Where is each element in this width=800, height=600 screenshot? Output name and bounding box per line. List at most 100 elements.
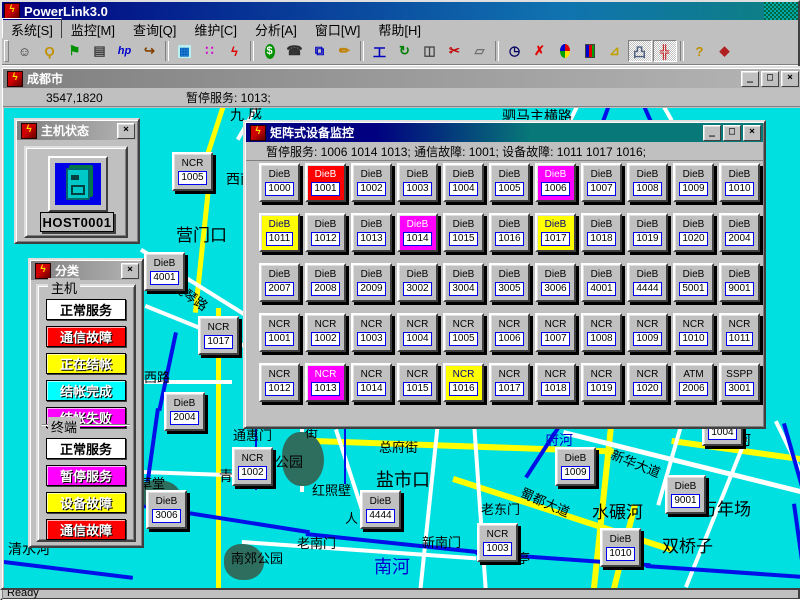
map-marker-DieB-1010[interactable]: DieB1010 <box>600 528 641 567</box>
compass-icon[interactable]: ╬ <box>653 40 677 62</box>
factory-icon[interactable]: 凸 <box>628 40 652 62</box>
lightning-icon[interactable]: ϟ <box>223 40 247 62</box>
device-button-DieB-1020[interactable]: DieB1020 <box>673 213 714 252</box>
host-close-button[interactable]: × <box>117 123 135 139</box>
map-marker-DieB-1009[interactable]: DieB1009 <box>555 447 596 486</box>
bar-chart-icon[interactable] <box>578 40 602 62</box>
device-button-DieB-1016[interactable]: DieB1016 <box>489 213 530 252</box>
matrix-window-title-bar[interactable]: ϟ 矩阵式设备监控 _ □ × <box>246 123 763 142</box>
device-button-DieB-1002[interactable]: DieB1002 <box>351 163 392 202</box>
device-button-DieB-2007[interactable]: DieB2007 <box>259 263 300 302</box>
device-button-NCR-1001[interactable]: NCR1001 <box>259 313 300 352</box>
map-minimize-button[interactable]: _ <box>741 71 759 87</box>
device-button-NCR-1010[interactable]: NCR1010 <box>673 313 714 352</box>
cascade-windows-icon[interactable]: ⧉ <box>308 40 332 62</box>
device-button-DieB-1009[interactable]: DieB1009 <box>673 163 714 202</box>
map-close-button[interactable]: × <box>781 71 799 87</box>
map-marker-DieB-2004[interactable]: DieB2004 <box>164 392 205 431</box>
device-button-DieB-1014[interactable]: DieB1014 <box>397 213 438 252</box>
device-button-DieB-1015[interactable]: DieB1015 <box>443 213 484 252</box>
matrix-minimize-button[interactable]: _ <box>703 125 721 141</box>
device-button-NCR-1017[interactable]: NCR1017 <box>489 363 530 402</box>
device-button-NCR-1016[interactable]: NCR1016 <box>443 363 484 402</box>
clock-icon[interactable]: ◷ <box>503 40 527 62</box>
device-button-DieB-4001[interactable]: DieB4001 <box>581 263 622 302</box>
map-marker-DieB-4001[interactable]: DieB4001 <box>144 252 185 291</box>
map-view-icon[interactable]: ▦ <box>173 40 197 62</box>
map-marker-NCR-1002[interactable]: NCR1002 <box>232 447 273 486</box>
device-button-SSPP-3001[interactable]: SSPP3001 <box>719 363 760 402</box>
device-button-NCR-1019[interactable]: NCR1019 <box>581 363 622 402</box>
device-button-NCR-1002[interactable]: NCR1002 <box>305 313 346 352</box>
map-maximize-button[interactable]: □ <box>761 71 779 87</box>
device-button-NCR-1007[interactable]: NCR1007 <box>535 313 576 352</box>
map-marker-NCR-1005[interactable]: NCR1005 <box>172 152 213 191</box>
money-bag-icon[interactable]: $ <box>258 40 282 62</box>
map-marker-DieB-4444[interactable]: DieB4444 <box>360 490 401 529</box>
legend-close-button[interactable]: × <box>121 263 139 279</box>
map-marker-NCR-1017[interactable]: NCR1017 <box>198 316 239 355</box>
device-button-NCR-1011[interactable]: NCR1011 <box>719 313 760 352</box>
device-button-DieB-1012[interactable]: DieB1012 <box>305 213 346 252</box>
device-button-DieB-1001[interactable]: DieB1001 <box>305 163 346 202</box>
device-button-DieB-2004[interactable]: DieB2004 <box>719 213 760 252</box>
scissors-icon[interactable]: ✂ <box>443 40 467 62</box>
device-button-DieB-3006[interactable]: DieB3006 <box>535 263 576 302</box>
device-button-DieB-5001[interactable]: DieB5001 <box>673 263 714 302</box>
eraser-icon[interactable]: ▱ <box>468 40 492 62</box>
help-icon[interactable]: ? <box>688 40 712 62</box>
recycle-icon[interactable]: ↻ <box>393 40 417 62</box>
device-button-DieB-1018[interactable]: DieB1018 <box>581 213 622 252</box>
device-button-DieB-3005[interactable]: DieB3005 <box>489 263 530 302</box>
device-button-ATM-2006[interactable]: ATM2006 <box>673 363 714 402</box>
device-button-DieB-1010[interactable]: DieB1010 <box>719 163 760 202</box>
device-button-NCR-1005[interactable]: NCR1005 <box>443 313 484 352</box>
device-button-NCR-1014[interactable]: NCR1014 <box>351 363 392 402</box>
sailboat-icon[interactable]: ⊿ <box>603 40 627 62</box>
map-marker-DieB-9001[interactable]: DieB9001 <box>665 475 706 514</box>
device-button-DieB-1008[interactable]: DieB1008 <box>627 163 668 202</box>
hp-icon[interactable]: hp <box>113 40 137 62</box>
device-button-NCR-1013[interactable]: NCR1013 <box>305 363 346 402</box>
device-button-DieB-1004[interactable]: DieB1004 <box>443 163 484 202</box>
device-button-DieB-4444[interactable]: DieB4444 <box>627 263 668 302</box>
device-button-DieB-2008[interactable]: DieB2008 <box>305 263 346 302</box>
modem-icon[interactable]: ☎ <box>283 40 307 62</box>
host-window-title-bar[interactable]: ϟ 主机状态 × <box>17 121 137 140</box>
device-button-DieB-2009[interactable]: DieB2009 <box>351 263 392 302</box>
device-button-NCR-1015[interactable]: NCR1015 <box>397 363 438 402</box>
award-icon[interactable]: ◆ <box>713 40 737 62</box>
map-marker-DieB-3006[interactable]: DieB3006 <box>146 490 187 529</box>
device-button-DieB-1013[interactable]: DieB1013 <box>351 213 392 252</box>
device-button-DieB-1019[interactable]: DieB1019 <box>627 213 668 252</box>
device-button-NCR-1008[interactable]: NCR1008 <box>581 313 622 352</box>
cabinet-icon[interactable]: ◫ <box>418 40 442 62</box>
device-button-NCR-1020[interactable]: NCR1020 <box>627 363 668 402</box>
device-button-DieB-1003[interactable]: DieB1003 <box>397 163 438 202</box>
host-button[interactable] <box>48 156 108 212</box>
device-button-NCR-1018[interactable]: NCR1018 <box>535 363 576 402</box>
device-button-NCR-1006[interactable]: NCR1006 <box>489 313 530 352</box>
device-button-NCR-1012[interactable]: NCR1012 <box>259 363 300 402</box>
delete-x-icon[interactable]: ✗ <box>528 40 552 62</box>
device-button-DieB-9001[interactable]: DieB9001 <box>719 263 760 302</box>
device-button-DieB-1006[interactable]: DieB1006 <box>535 163 576 202</box>
color-grid-icon[interactable]: ∷ <box>198 40 222 62</box>
matrix-maximize-button[interactable]: □ <box>723 125 741 141</box>
marker-pen-icon[interactable]: ✏ <box>333 40 357 62</box>
device-button-DieB-1000[interactable]: DieB1000 <box>259 163 300 202</box>
device-button-DieB-1011[interactable]: DieB1011 <box>259 213 300 252</box>
operator-icon[interactable]: ☺ <box>13 40 37 62</box>
map-marker-NCR-1003[interactable]: NCR1003 <box>477 523 518 562</box>
device-button-DieB-3002[interactable]: DieB3002 <box>397 263 438 302</box>
press-tool-icon[interactable]: 工 <box>368 40 392 62</box>
pie-chart-icon[interactable] <box>553 40 577 62</box>
host-name-label[interactable]: HOST0001 <box>40 212 114 232</box>
device-button-NCR-1009[interactable]: NCR1009 <box>627 313 668 352</box>
matrix-close-button[interactable]: × <box>743 125 761 141</box>
device-button-NCR-1004[interactable]: NCR1004 <box>397 313 438 352</box>
key-icon[interactable]: Ϙ <box>38 40 62 62</box>
device-button-DieB-3004[interactable]: DieB3004 <box>443 263 484 302</box>
device-button-NCR-1003[interactable]: NCR1003 <box>351 313 392 352</box>
exit-door-icon[interactable]: ↪ <box>138 40 162 62</box>
